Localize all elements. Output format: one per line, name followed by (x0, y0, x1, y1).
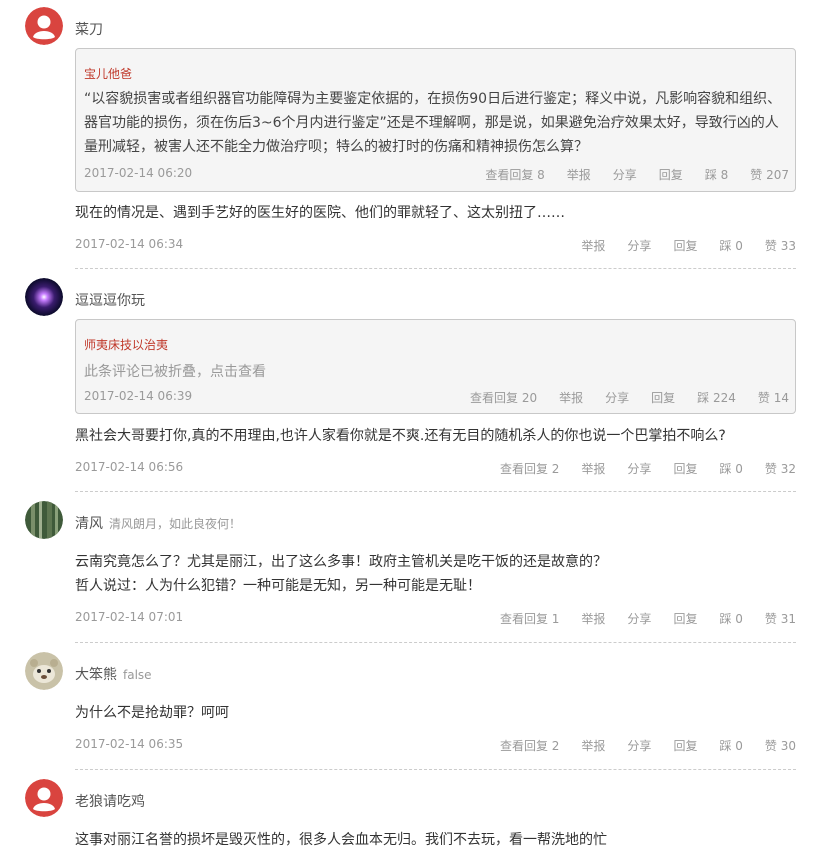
comment-text: 为什么不是抢劫罪？呵呵 (75, 705, 229, 721)
quoted-username[interactable]: 师夷床技以治夷 (84, 336, 168, 353)
divider (75, 769, 796, 770)
divider (75, 268, 796, 269)
quoted-comment: 师夷床技以治夷 此条评论已被折叠，点击查看 2017-02-14 06:39 查… (75, 319, 796, 414)
divider (75, 491, 796, 492)
share-link[interactable]: 分享 (613, 166, 637, 183)
user-avatar[interactable] (25, 652, 63, 690)
username[interactable]: 清风 清风朗月，如此良夜何！ (75, 513, 241, 533)
comment-text: 黑社会大哥要打你,真的不用理由,也许人家看你就是不爽.还有无目的随机杀人的你也说… (75, 428, 726, 444)
like-button[interactable]: 赞 207 (750, 166, 789, 183)
user-signature: 清风朗月，如此良夜何！ (109, 517, 242, 531)
quoted-timestamp: 2017-02-14 06:20 (84, 166, 193, 180)
share-link[interactable]: 分享 (627, 610, 651, 627)
quoted-actions: 查看回复 8 举报 分享 回复 踩 8 赞 207 (485, 166, 789, 183)
quoted-comment: 宝儿他爸 “以容貌损害或者组织器官功能障碍为主要鉴定依据的，在损伤90日后进行鉴… (75, 48, 796, 192)
dislike-button[interactable]: 踩 0 (719, 237, 742, 254)
report-link[interactable]: 举报 (567, 166, 591, 183)
quoted-username[interactable]: 宝儿他爸 (84, 65, 132, 82)
report-link[interactable]: 举报 (559, 389, 583, 406)
divider (75, 642, 796, 643)
user-avatar[interactable] (25, 501, 63, 539)
dislike-button[interactable]: 踩 0 (719, 460, 742, 477)
username[interactable]: 菜刀 (75, 19, 103, 39)
share-link[interactable]: 分享 (627, 237, 651, 254)
share-link[interactable]: 分享 (627, 460, 651, 477)
reply-link[interactable]: 回复 (659, 166, 683, 183)
default-avatar-icon[interactable] (25, 7, 63, 45)
comment-text-line: 哲人说过：人为什么犯错？一种可能是无知，另一种可能是无耻！ (75, 578, 481, 594)
report-link[interactable]: 举报 (581, 737, 605, 754)
share-link[interactable]: 分享 (627, 737, 651, 754)
quoted-timestamp: 2017-02-14 06:39 (84, 389, 193, 403)
dislike-button[interactable]: 踩 0 (719, 737, 742, 754)
like-button[interactable]: 赞 32 (765, 460, 796, 477)
username[interactable]: 大笨熊 false (75, 664, 152, 684)
like-button[interactable]: 赞 14 (758, 389, 789, 406)
view-replies-link[interactable]: 查看回复 2 (500, 737, 559, 754)
comment-timestamp: 2017-02-14 06:56 (75, 460, 184, 474)
like-button[interactable]: 赞 30 (765, 737, 796, 754)
default-avatar-icon[interactable] (25, 779, 63, 817)
quoted-text: “以容貌损害或者组织器官功能障碍为主要鉴定依据的，在损伤90日后进行鉴定；释义中… (84, 91, 782, 155)
report-link[interactable]: 举报 (581, 610, 605, 627)
report-link[interactable]: 举报 (581, 460, 605, 477)
username-text[interactable]: 大笨熊 (75, 667, 117, 683)
reply-link[interactable]: 回复 (651, 389, 675, 406)
comment-text: 现在的情况是、遇到手艺好的医生好的医院、他们的罪就轻了、这太别扭了…… (75, 205, 565, 221)
comment-timestamp: 2017-02-14 06:34 (75, 237, 184, 251)
dislike-button[interactable]: 踩 224 (697, 389, 736, 406)
comment-timestamp: 2017-02-14 07:01 (75, 610, 184, 624)
comment-text-line: 云南究竟怎么了？尤其是丽江，出了这么多事！政府主管机关是吃干饭的还是故意的？ (75, 554, 607, 570)
username-text[interactable]: 清风 (75, 516, 103, 532)
comment-text: 这事对丽江名誉的损坏是毁灭性的，很多人会血本无归。我们不去玩，看一帮洗地的忙 (75, 832, 607, 848)
comment-timestamp: 2017-02-14 06:35 (75, 737, 184, 751)
like-button[interactable]: 赞 31 (765, 610, 796, 627)
view-replies-link[interactable]: 查看回复 20 (470, 389, 537, 406)
reply-link[interactable]: 回复 (673, 237, 697, 254)
username[interactable]: 老狼请吃鸡 (75, 791, 145, 811)
user-signature: false (123, 668, 152, 682)
username[interactable]: 逗逗逗你玩 (75, 290, 145, 310)
folded-comment-link[interactable]: 此条评论已被折叠，点击查看 (84, 361, 266, 381)
like-button[interactable]: 赞 33 (765, 237, 796, 254)
reply-link[interactable]: 回复 (673, 737, 697, 754)
reply-link[interactable]: 回复 (673, 460, 697, 477)
comment-actions: 查看回复 2 举报 分享 回复 踩 0 赞 32 (500, 460, 796, 477)
comment-actions: 查看回复 2 举报 分享 回复 踩 0 赞 30 (500, 737, 796, 754)
quoted-actions: 查看回复 20 举报 分享 回复 踩 224 赞 14 (470, 389, 789, 406)
dislike-button[interactable]: 踩 8 (705, 166, 728, 183)
view-replies-link[interactable]: 查看回复 1 (500, 610, 559, 627)
view-replies-link[interactable]: 查看回复 8 (485, 166, 544, 183)
dislike-button[interactable]: 踩 0 (719, 610, 742, 627)
reply-link[interactable]: 回复 (673, 610, 697, 627)
share-link[interactable]: 分享 (605, 389, 629, 406)
view-replies-link[interactable]: 查看回复 2 (500, 460, 559, 477)
comment-actions: 查看回复 1 举报 分享 回复 踩 0 赞 31 (500, 610, 796, 627)
user-avatar[interactable] (25, 278, 63, 316)
comment-actions: 举报 分享 回复 踩 0 赞 33 (581, 237, 796, 254)
report-link[interactable]: 举报 (581, 237, 605, 254)
